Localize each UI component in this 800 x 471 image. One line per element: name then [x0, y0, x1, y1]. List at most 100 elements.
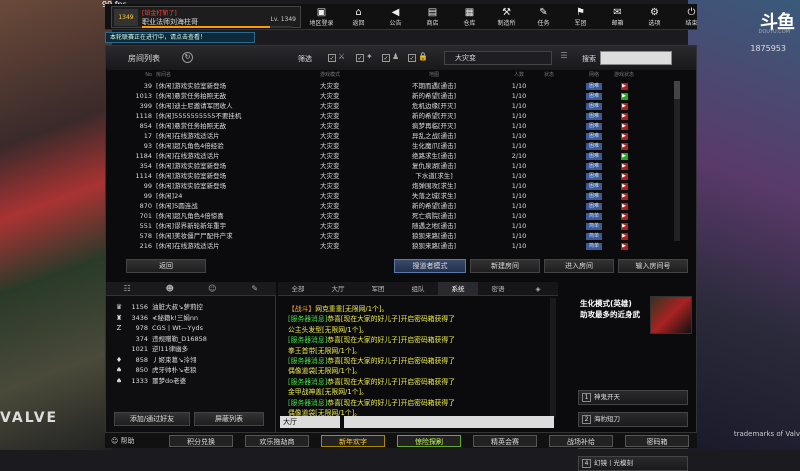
room-scrollbar[interactable]	[674, 81, 680, 241]
block-list-button[interactable]: 屏蔽列表	[194, 412, 264, 426]
column-header[interactable]: 游戏模式	[302, 70, 374, 80]
room-spacer	[544, 91, 574, 101]
nav-speaker[interactable]: ◀ 公告	[377, 4, 414, 30]
room-row[interactable]: 578 [休闲]美妆僵尸尸配件产求 大灾变 狼狈来路[通击] 1/10 简单 ▶	[114, 231, 680, 241]
room-cell: 1118	[135, 112, 152, 120]
column-header[interactable]: 网络	[574, 70, 614, 80]
room-row[interactable]: 1184 [休闲]在线游戏适话片 大灾变 绝路求生[通击] 2/10 困难 ▶	[114, 151, 680, 161]
room-row[interactable]: 39 [休闲]游戏实验室新登场 大灾变 不期而遇[通击] 1/10 困难 ▶	[114, 81, 680, 91]
friend-item[interactable]: Z 978 CGS丨Wt—Yyds	[112, 323, 262, 334]
add-friend-button[interactable]: 添加/通过好友	[114, 412, 190, 426]
filter-check-2[interactable]: ✓	[356, 54, 364, 62]
bottom-button[interactable]: 欢乐拖劫商	[245, 435, 309, 447]
refresh-icon[interactable]: ↻	[182, 52, 193, 63]
friend-item[interactable]: 374 违规赠勒_D16858	[112, 334, 262, 345]
nav-mail[interactable]: ✉ 邮箱	[599, 4, 636, 30]
column-header[interactable]: 游戏状态	[614, 70, 634, 80]
bottom-button[interactable]: 战场补给	[549, 435, 613, 447]
bottom-button[interactable]: 新年欢字	[321, 435, 385, 447]
mode-select[interactable]: 大灾变	[444, 51, 552, 65]
filter-check-3[interactable]: ✓	[382, 54, 390, 62]
back-button[interactable]: 返回	[126, 259, 206, 273]
column-header[interactable]: 地图	[374, 70, 494, 80]
column-header[interactable]: 房间名	[156, 70, 302, 80]
room-row[interactable]: 399 [休闲]迪士尼邀请军团收人 大灾变 危机边缘[开灭] 1/10 困难 ▶	[114, 101, 680, 111]
seeker-mode-button[interactable]: 搜道者模式	[394, 259, 466, 273]
nav-craft[interactable]: ⚒ 制造所	[488, 4, 525, 30]
friend-item[interactable]: ♦ 858 丿姬束葛↘泠翎	[112, 355, 262, 366]
room-row[interactable]: 17 [休闲]在线游戏适话片 大灾变 异乱之战[通击] 1/10 困难 ▶	[114, 131, 680, 141]
wait-icon: ▶	[620, 162, 628, 170]
bottom-button[interactable]: 精英会赛	[473, 435, 537, 447]
room-cell: [休闲]24	[156, 192, 183, 200]
room-row[interactable]: 854 [休闲]悬赏任务拍照无敌 大灾变 疯梦再临[开灭] 1/10 困难 ▶	[114, 121, 680, 131]
chat-scrollbar[interactable]	[550, 298, 556, 418]
filter-check-1[interactable]: ✓	[328, 54, 336, 62]
room-row[interactable]: 99 [休闲]24 大灾变 失落之城[求生] 1/10 困难 ▶	[114, 191, 680, 201]
room-row[interactable]: 216 [休闲]在线游戏适话片 大灾变 狼狈来路[通击] 1/10 简单 ▶	[114, 241, 680, 251]
skill-item[interactable]: 1 神鬼开天	[578, 390, 688, 405]
room-cell: 1/10	[511, 202, 527, 210]
nav-power[interactable]: ⏻ 结束	[673, 4, 710, 30]
room-row[interactable]: 93 [休闲]超凡角色4倍经验 大灾变 生化魔爪[通击] 1/10 困难 ▶	[114, 141, 680, 151]
message-text: 恭喜[现在大家的好儿子]开启密码箱获得了	[327, 315, 455, 324]
list-icon[interactable]: ☷	[106, 282, 149, 295]
clan-icon[interactable]: ☺	[191, 282, 234, 295]
enter-room-button[interactable]: 进入房间	[544, 259, 614, 273]
chat-tab[interactable]: 大厅	[318, 282, 358, 295]
chat-tab[interactable]: 全部	[278, 282, 318, 295]
friends-icon[interactable]: ☻	[149, 282, 192, 295]
nav-shop[interactable]: ▤ 商店	[414, 4, 451, 30]
edit-icon[interactable]: ✎	[234, 282, 277, 295]
room-row[interactable]: 1118 [休闲]5555555555不要挂机 大灾变 新的希望[开灭] 1/10 困难 ▶	[114, 111, 680, 121]
room-status-cell: 困难	[574, 161, 614, 171]
skill-item[interactable]: 2 海豹短刀	[578, 412, 688, 427]
nav-gear[interactable]: ⚙ 选项	[636, 4, 673, 30]
nav-map[interactable]: ▣ 地区登录	[303, 4, 340, 30]
player-card[interactable]: 1349 [铂金打斩了] 职业法师刘海柱哥 Lv. 1349	[111, 6, 301, 28]
help-link[interactable]: ☺ 帮助	[111, 435, 135, 447]
chat-tab[interactable]: 密语	[478, 282, 518, 295]
nav-warehouse[interactable]: ▦ 仓库	[451, 4, 488, 30]
nav-legion[interactable]: ⚑ 军团	[562, 4, 599, 30]
friend-item[interactable]: 1021 逆l11律幽多	[112, 344, 262, 355]
list-view-icon[interactable]: ☰	[558, 51, 570, 65]
league-notice[interactable]: 本轮联赛正在进行中，请点击查看！	[105, 32, 255, 43]
column-header[interactable]: No	[114, 70, 156, 80]
chat-channel-select[interactable]: 大厅	[280, 416, 340, 428]
chat-message: 偶像道袋[无限网/1个]。	[288, 366, 548, 376]
chat-tab[interactable]: 系统	[438, 282, 478, 295]
chat-tab[interactable]: 组队	[398, 282, 438, 295]
room-row[interactable]: 1114 [休闲]游戏实验室新登场 大灾变 下水道[求生] 1/10 困难 ▶	[114, 171, 680, 181]
friend-item[interactable]: ♜ 3436 ≮秘籍k!三娟nn	[112, 313, 262, 324]
chat-tab[interactable]: ◈	[518, 282, 558, 295]
friend-item[interactable]: ♛ 1156 油脏大叔↘萝莉控	[112, 302, 262, 313]
nav-task[interactable]: ✎ 任务	[525, 4, 562, 30]
bottom-button[interactable]: 积分兑换	[169, 435, 233, 447]
column-header[interactable]: 人数	[494, 70, 544, 80]
new-room-button[interactable]: 新建房间	[470, 259, 540, 273]
difficulty-badge: 困难	[586, 92, 602, 100]
friend-name: ≮秘籍k!三娟nn	[152, 313, 199, 322]
search-input[interactable]	[600, 51, 672, 65]
friend-item[interactable]: ♠ 850 虎牙帅朴↘老狼	[112, 365, 262, 376]
chat-input[interactable]	[344, 416, 554, 428]
nav-home[interactable]: ⌂ 返回	[340, 4, 377, 30]
bottom-button[interactable]: 密码箱	[625, 435, 689, 447]
room-row[interactable]: 99 [休闲]游戏实验室新登场 大灾变 炮弹围攻[求生] 1/10 困难 ▶	[114, 181, 680, 191]
room-row[interactable]: 1013 [休闲]悬赏任务拍照无敌 大灾变 新的希望[通击] 1/10 困难 ▶	[114, 91, 680, 101]
friend-item[interactable]: ♠ 1333 噩梦do老婆	[112, 376, 262, 387]
room-cell: [休闲]5555555555不要挂机	[156, 112, 242, 120]
room-number-button[interactable]: 输入房间号	[618, 259, 688, 273]
skill-item[interactable]: 4 幻镜丨光模刻	[578, 456, 688, 471]
room-row[interactable]: 354 [休闲]游戏实验室新登场 大灾变 复仇泉湖[通击] 1/10 困难 ▶	[114, 161, 680, 171]
column-header[interactable]: 状态	[544, 70, 574, 80]
room-row[interactable]: 701 [休闲]超凡角色4倍惊喜 大灾变 死亡病院[通击] 1/10 简单 ▶	[114, 211, 680, 221]
filter-check-4[interactable]: ✓	[408, 54, 416, 62]
room-row[interactable]: 870 [休闲]5圆连战 大灾变 新的希望[通击] 1/10 困难 ▶	[114, 201, 680, 211]
chat-tab[interactable]: 军团	[358, 282, 398, 295]
scroll-thumb[interactable]	[674, 81, 680, 99]
room-row[interactable]: 551 [休闲]谬界新轮新年重宇 大灾变 随遇之地[通击] 1/10 简单 ▶	[114, 221, 680, 231]
room-cell: 1/10	[511, 192, 527, 200]
bottom-button[interactable]: 惊险探刷	[397, 435, 461, 447]
